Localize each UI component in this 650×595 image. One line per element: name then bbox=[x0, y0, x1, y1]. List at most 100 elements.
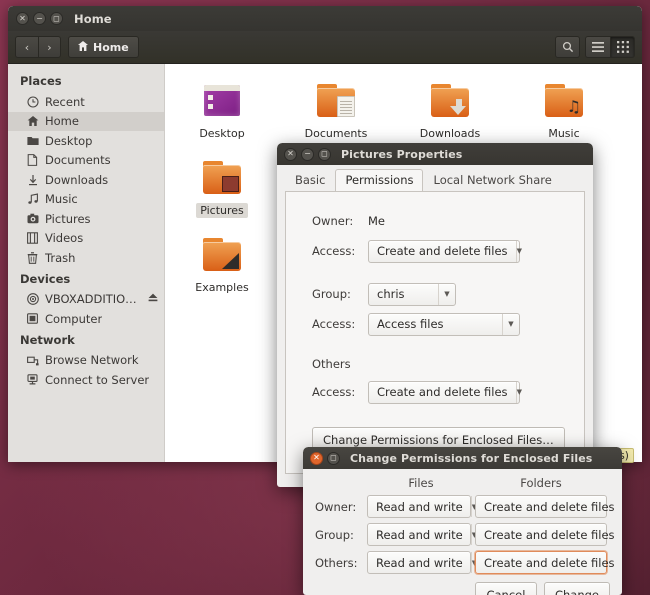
folder-icon bbox=[26, 134, 39, 147]
sidebar-item-recent[interactable]: Recent bbox=[8, 92, 164, 112]
chevron-down-icon: ▼ bbox=[516, 382, 522, 403]
file-item-documents[interactable]: Documents bbox=[279, 74, 393, 141]
trash-icon bbox=[26, 251, 39, 264]
change-button[interactable]: Change bbox=[544, 582, 610, 595]
others-access-dropdown[interactable]: Create and delete files ▼ bbox=[368, 381, 520, 404]
home-icon bbox=[78, 41, 88, 54]
owner-access-row: Access: Create and delete files ▼ bbox=[286, 236, 584, 266]
sidebar-item-pictures[interactable]: Pictures bbox=[8, 209, 164, 229]
owner-label: Owner: bbox=[312, 214, 368, 228]
sidebar-item-home[interactable]: Home bbox=[8, 112, 164, 132]
sidebar-item-desktop[interactable]: Desktop bbox=[8, 131, 164, 151]
file-label: Desktop bbox=[195, 126, 248, 141]
sidebar-item-documents[interactable]: Documents bbox=[8, 151, 164, 171]
sidebar-item-connect-to-server[interactable]: Connect to Server bbox=[8, 370, 164, 390]
tab-permissions[interactable]: Permissions bbox=[335, 169, 423, 192]
group-files-value: Read and write bbox=[368, 528, 471, 542]
owner-row: Owner: Me bbox=[286, 206, 584, 236]
properties-window-controls: ✕ − ◻ bbox=[284, 148, 331, 161]
file-manager-titlebar: ✕ − ◻ Home bbox=[8, 6, 642, 31]
others-folders-value: Create and delete files bbox=[476, 556, 622, 570]
back-button[interactable]: ‹ bbox=[15, 36, 38, 58]
owner-files-value: Read and write bbox=[368, 500, 471, 514]
group-label: Group: bbox=[312, 287, 368, 301]
file-item-downloads[interactable]: Downloads bbox=[393, 74, 507, 141]
sidebar-item-music[interactable]: Music bbox=[8, 190, 164, 210]
change-permissions-window-controls: ✕ ◻ bbox=[310, 452, 340, 465]
owner-folders-dropdown[interactable]: Create and delete files ▼ bbox=[475, 495, 607, 518]
close-icon[interactable]: ✕ bbox=[284, 148, 297, 161]
sidebar-item-label: Pictures bbox=[45, 212, 91, 226]
owner-files-dropdown[interactable]: Read and write ▼ bbox=[367, 495, 471, 518]
chevron-down-icon: ▼ bbox=[438, 284, 455, 305]
tab-local-network-share[interactable]: Local Network Share bbox=[423, 169, 561, 192]
sidebar-item-browse-network[interactable]: Browse Network bbox=[8, 351, 164, 371]
maximize-icon[interactable]: ◻ bbox=[318, 148, 331, 161]
group-folders-dropdown[interactable]: Create and delete files ▼ bbox=[475, 523, 607, 546]
others-files-dropdown[interactable]: Read and write ▼ bbox=[367, 551, 471, 574]
file-item-examples[interactable]: Examples bbox=[165, 228, 279, 295]
file-item-desktop[interactable]: Desktop bbox=[165, 74, 279, 141]
properties-dialog-titlebar: ✕ − ◻ Pictures Properties bbox=[277, 143, 593, 165]
network-icon bbox=[26, 354, 39, 367]
group-files-dropdown[interactable]: Read and write ▼ bbox=[367, 523, 471, 546]
search-icon[interactable] bbox=[555, 36, 580, 58]
file-label: Pictures bbox=[196, 203, 248, 218]
music-folder-icon: ♫ bbox=[541, 80, 587, 122]
sidebar-item-computer[interactable]: Computer bbox=[8, 309, 164, 329]
list-view-icon[interactable] bbox=[585, 36, 610, 58]
disc-icon bbox=[26, 293, 39, 306]
close-icon[interactable]: ✕ bbox=[310, 452, 323, 465]
sidebar-item-label: Recent bbox=[45, 95, 85, 109]
pictures-folder-icon bbox=[199, 157, 245, 199]
owner-access-dropdown[interactable]: Create and delete files ▼ bbox=[368, 240, 520, 263]
change-permissions-body: Files Folders Owner: Read and write ▼ Cr… bbox=[303, 469, 622, 574]
close-icon[interactable]: ✕ bbox=[16, 12, 29, 25]
tab-basic[interactable]: Basic bbox=[285, 169, 335, 192]
group-access-label: Access: bbox=[312, 317, 368, 331]
film-icon bbox=[26, 232, 39, 245]
sidebar-item-downloads[interactable]: Downloads bbox=[8, 170, 164, 190]
forward-button[interactable]: › bbox=[38, 36, 61, 58]
minimize-icon[interactable]: − bbox=[301, 148, 314, 161]
column-header-folders: Folders bbox=[475, 476, 607, 490]
file-item-pictures[interactable]: Pictures bbox=[165, 151, 279, 218]
grid-view-icon[interactable] bbox=[610, 36, 635, 58]
group-dropdown[interactable]: chris ▼ bbox=[368, 283, 456, 306]
group-access-dropdown[interactable]: Access files ▼ bbox=[368, 313, 520, 336]
breadcrumb-label: Home bbox=[93, 41, 129, 54]
change-permissions-column-headers: Files Folders bbox=[315, 476, 610, 490]
file-label: Examples bbox=[191, 280, 252, 295]
sidebar-item-label: Computer bbox=[45, 312, 102, 326]
owner-access-value: Create and delete files bbox=[369, 244, 516, 258]
owner-label: Owner: bbox=[315, 500, 367, 514]
music-note-icon bbox=[26, 193, 39, 206]
downloads-folder-icon bbox=[427, 80, 473, 122]
change-permissions-row-group: Group: Read and write ▼ Create and delet… bbox=[315, 523, 610, 546]
sidebar-item-label: Desktop bbox=[45, 134, 92, 148]
sidebar-item-trash[interactable]: Trash bbox=[8, 248, 164, 268]
sidebar-section-places-header: Places bbox=[8, 70, 164, 92]
navigation-buttons: ‹ › bbox=[15, 36, 61, 58]
maximize-icon[interactable]: ◻ bbox=[50, 12, 63, 25]
maximize-icon[interactable]: ◻ bbox=[327, 452, 340, 465]
group-row: Group: chris ▼ bbox=[286, 279, 584, 309]
music-note-icon: ♫ bbox=[567, 99, 581, 115]
computer-icon bbox=[26, 312, 39, 325]
file-item-music[interactable]: ♫ Music bbox=[507, 74, 621, 141]
others-folders-dropdown[interactable]: Create and delete files ▼ bbox=[475, 551, 607, 574]
properties-tab-bar: Basic Permissions Local Network Share bbox=[277, 165, 593, 191]
others-access-value: Create and delete files bbox=[369, 385, 516, 399]
clock-icon bbox=[26, 95, 39, 108]
sidebar-item-label: Music bbox=[45, 192, 78, 206]
minimize-icon[interactable]: − bbox=[33, 12, 46, 25]
breadcrumb-home-button[interactable]: Home bbox=[68, 36, 139, 58]
pictures-properties-dialog: ✕ − ◻ Pictures Properties Basic Permissi… bbox=[277, 143, 593, 487]
sidebar-item-vboxadditions[interactable]: VBOXADDITIO… bbox=[8, 290, 164, 310]
eject-icon[interactable] bbox=[148, 293, 158, 305]
others-label: Others: bbox=[315, 556, 367, 570]
documents-folder-icon bbox=[313, 80, 359, 122]
sidebar-item-videos[interactable]: Videos bbox=[8, 229, 164, 249]
sidebar-item-label: VBOXADDITIO… bbox=[45, 292, 137, 306]
cancel-button[interactable]: Cancel bbox=[475, 582, 537, 595]
